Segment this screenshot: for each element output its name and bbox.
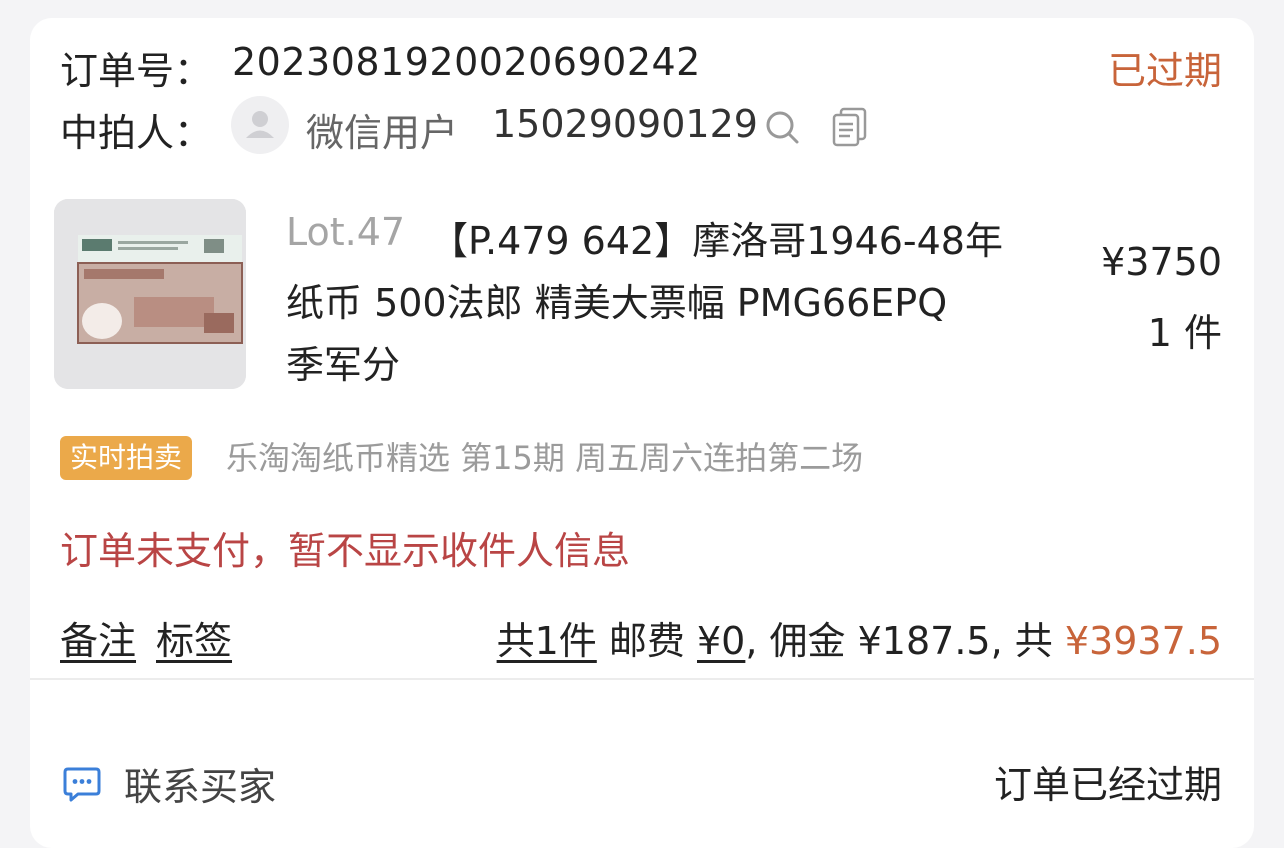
order-status: 已过期 [1107, 49, 1222, 93]
tags-link[interactable]: 标签 [156, 610, 232, 665]
order-card: 订单号： 2023081920020690242 已过期 中拍人： 微信用户 1… [30, 18, 1254, 848]
item-price: ¥3750 [1101, 240, 1222, 284]
shipping-label: 邮费 [608, 619, 685, 663]
notes-link[interactable]: 备注 [60, 610, 136, 665]
winner-name: 微信用户 [306, 111, 459, 155]
total-label: , 共 [990, 619, 1053, 663]
auction-session[interactable]: 乐淘淘纸币精选 第15期 周五周六连拍第二场 [226, 436, 863, 480]
winner-label: 中拍人： [60, 111, 213, 155]
banknote-image [54, 199, 246, 389]
order-expired-text: 订单已经过期 [993, 763, 1222, 807]
auction-type-badge: 实时拍卖 [60, 436, 193, 480]
total-value: ¥3937.5 [1064, 619, 1222, 663]
commission-value: ¥187.5 [857, 619, 991, 663]
item-title-line-2[interactable]: 纸币 500法郎 精美大票幅 PMG66EPQ [286, 272, 947, 327]
order-number-label: 订单号： [60, 49, 213, 93]
commission-label: , 佣金 [745, 619, 846, 663]
copy-icon[interactable] [830, 106, 870, 148]
item-title-line-3[interactable]: 季军分 [286, 334, 400, 389]
shipping-value[interactable]: ¥0 [697, 619, 745, 663]
unpaid-notice: 订单未支付，暂不显示收件人信息 [60, 529, 631, 573]
contact-buyer-label: 联系买家 [124, 765, 277, 809]
item-thumbnail[interactable] [54, 199, 246, 389]
order-number: 2023081920020690242 [232, 40, 701, 84]
user-avatar-icon [246, 111, 274, 138]
order-summary: 共1件 邮费 ¥0, 佣金 ¥187.5, 共 ¥3937.5 [497, 610, 1222, 665]
search-icon[interactable] [763, 108, 803, 148]
lot-number: Lot.47 [286, 210, 406, 254]
winner-id: 15029090129 [492, 102, 758, 146]
item-quantity: 1 件 [1147, 311, 1222, 355]
item-count[interactable]: 共1件 [497, 619, 597, 663]
avatar[interactable] [231, 96, 289, 154]
chat-icon [63, 767, 101, 801]
contact-buyer-button[interactable]: 联系买家 [62, 756, 276, 811]
item-title-line-1[interactable]: 【P.479 642】摩洛哥1946-48年 [430, 210, 1003, 265]
divider [30, 678, 1254, 680]
